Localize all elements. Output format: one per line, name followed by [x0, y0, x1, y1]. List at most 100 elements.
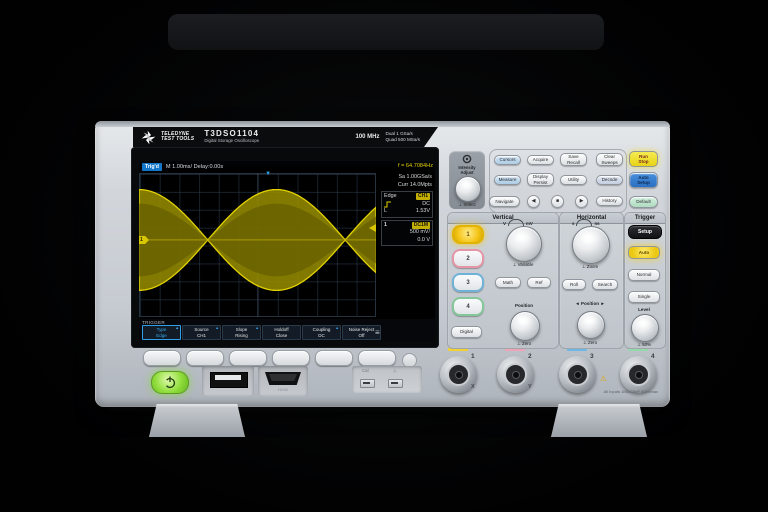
channel-number: 1	[384, 222, 387, 230]
math-button[interactable]: Math	[495, 277, 521, 288]
timebase-knob[interactable]	[572, 226, 610, 264]
probe-comp-slot	[363, 382, 370, 384]
ref-button[interactable]: Ref	[527, 277, 551, 288]
left-foot	[149, 404, 245, 437]
menu-item-holdoff[interactable]: HoldoffClose	[262, 325, 301, 340]
menu-item-type[interactable]: TypeEdge▲	[142, 325, 181, 340]
channel-offset: 0.0 V	[417, 237, 430, 245]
screen-softkey-2[interactable]	[186, 350, 224, 366]
softkey-menu-bar: TRIGGER TypeEdge▲SourceCH1▲SlopeRising▲H…	[139, 319, 435, 341]
trigger-level-knob[interactable]	[631, 314, 659, 342]
auto-setup-button[interactable]: Auto Setup	[629, 172, 658, 188]
bnc-input-3[interactable]	[559, 356, 596, 393]
trigger-source-badge: CH1	[416, 193, 430, 200]
trigger-coupling: DC	[422, 201, 430, 209]
intensity-knob[interactable]	[455, 176, 481, 202]
status-bar: Trig'd M 1.00ms/ Delay:0.00s	[139, 161, 435, 173]
nav-stop-button[interactable]: ■	[551, 195, 564, 208]
sample-rate-readout: Sa 1.00GSa/s	[377, 173, 435, 181]
menu-arrow-icon: ▲	[335, 326, 339, 331]
branding-strip: TELEDYNE TEST TOOLS T3DSO1104 Digital St…	[133, 127, 438, 147]
channel-2-button[interactable]: 2	[452, 249, 484, 268]
variable-push-label: ⊥ Variable	[503, 262, 543, 268]
screen-softkey-4[interactable]	[272, 350, 310, 366]
channel-4-button[interactable]: 4	[452, 297, 484, 316]
acquire-button[interactable]: Acquire	[527, 155, 554, 165]
menu-item-slope[interactable]: SlopeRising▲	[222, 325, 261, 340]
decode-button[interactable]: Decode	[596, 175, 623, 185]
menu-arrow-icon: ▲	[255, 326, 259, 331]
teledyne-logo-icon	[141, 130, 156, 145]
screen-softkey-3[interactable]	[229, 350, 267, 366]
bnc-number-label: 2	[528, 353, 532, 360]
measure-button[interactable]: Measure	[494, 175, 521, 185]
history-button[interactable]: History	[596, 196, 623, 206]
intensity-label-2: Adjust	[449, 170, 485, 175]
clear-sweeps-button[interactable]: Clear Sweeps	[596, 153, 623, 166]
trigger-single-button[interactable]: Single	[628, 291, 660, 303]
roll-button[interactable]: Roll	[562, 279, 586, 290]
nav-next-button[interactable]: ▶	[575, 195, 588, 208]
menu-item-coupling[interactable]: CouplingDC▲	[302, 325, 341, 340]
nav-previous-button[interactable]: ◀	[527, 195, 540, 208]
default-button[interactable]: Default	[629, 196, 658, 208]
display-persist-button[interactable]: Display Persist	[527, 173, 554, 186]
cursors-button[interactable]: Cursors	[494, 155, 521, 165]
bnc-number-label: 1	[471, 353, 475, 360]
menu-arrow-icon: ▲	[175, 326, 179, 331]
bnc-number-label: 4	[651, 353, 655, 360]
volts-scale-arc: VmV	[503, 219, 533, 226]
trigger-type: Edge	[384, 193, 397, 201]
model-number: T3DSO1104	[204, 130, 259, 138]
trigger-position-marker-icon: ▼	[265, 171, 271, 177]
screen-softkey-6[interactable]	[358, 350, 396, 366]
horizontal-zero-label: ⊥ Zero	[570, 340, 610, 346]
carry-handle	[168, 14, 604, 50]
ground-symbol: ⊥	[393, 368, 397, 374]
menu-item-source[interactable]: SourceCH1▲	[182, 325, 221, 340]
power-icon	[152, 372, 188, 393]
bandwidth-label: 100 MHz	[356, 134, 380, 140]
warning-icon: ⚠	[600, 374, 607, 383]
intensity-push-label: ⊥ Select	[449, 202, 485, 208]
screen-softkey-1[interactable]	[143, 350, 181, 366]
intensity-icon	[462, 154, 472, 164]
hdmi-label: HDMI	[265, 387, 301, 392]
samplerate-specs: Dual 1 GSa/s Quad 500 MSa/s	[386, 131, 428, 142]
bnc-input-4[interactable]	[620, 356, 657, 393]
trigger-setup-button[interactable]: Setup	[628, 225, 662, 239]
am-waveform	[139, 173, 376, 317]
channel-3-button[interactable]: 3	[452, 273, 484, 292]
bnc-pin	[635, 371, 643, 379]
save-recall-button[interactable]: Save Recall	[560, 153, 587, 166]
zoom-push-label: ⊥ Zoom	[570, 264, 610, 270]
search-button[interactable]: Search	[592, 279, 618, 290]
navigate-button[interactable]: Navigate	[489, 196, 520, 207]
timebase-readout: M 1.00ms/ Delay:0.00s	[166, 164, 223, 170]
trigger-level-label: L	[384, 208, 387, 216]
menu-more-icon[interactable]: ≡	[375, 328, 380, 338]
power-button[interactable]	[151, 371, 189, 394]
menu-items: TypeEdge▲SourceCH1▲SlopeRising▲HoldoffCl…	[142, 325, 381, 340]
trigger-auto-button[interactable]: Auto	[628, 246, 660, 259]
screen-sidebar: Sa 1.00GSa/s Curr 14.0Mpts Edge CH1 DC L…	[377, 173, 435, 317]
channel-1-button[interactable]: 1	[452, 225, 484, 244]
trigger-fifty-label: ⊥ 50%	[624, 342, 664, 348]
usb-port-tongue	[215, 375, 241, 380]
utility-button[interactable]: Utility	[560, 175, 587, 185]
bnc-pin	[512, 371, 520, 379]
chassis-top-edge	[95, 121, 670, 127]
screen-softkey-5[interactable]	[315, 350, 353, 366]
channel-coupling-badge: DC1M	[412, 222, 430, 229]
vertical-position-knob[interactable]	[510, 311, 540, 341]
brand-name: TELEDYNE TEST TOOLS	[161, 132, 194, 143]
digital-button[interactable]: Digital	[451, 326, 482, 338]
volts-scale-knob[interactable]	[506, 226, 542, 262]
timebase-arc: sns	[572, 219, 600, 226]
run-stop-button[interactable]: Run Stop	[629, 151, 658, 167]
frequency-counter: f = 64.7084Hz	[398, 163, 433, 169]
trigger-status-badge: Trig'd	[142, 163, 162, 171]
model-block: T3DSO1104 Digital Storage Oscilloscope	[204, 130, 259, 143]
trigger-normal-button[interactable]: Normal	[628, 269, 660, 281]
horizontal-position-knob[interactable]	[577, 311, 605, 339]
